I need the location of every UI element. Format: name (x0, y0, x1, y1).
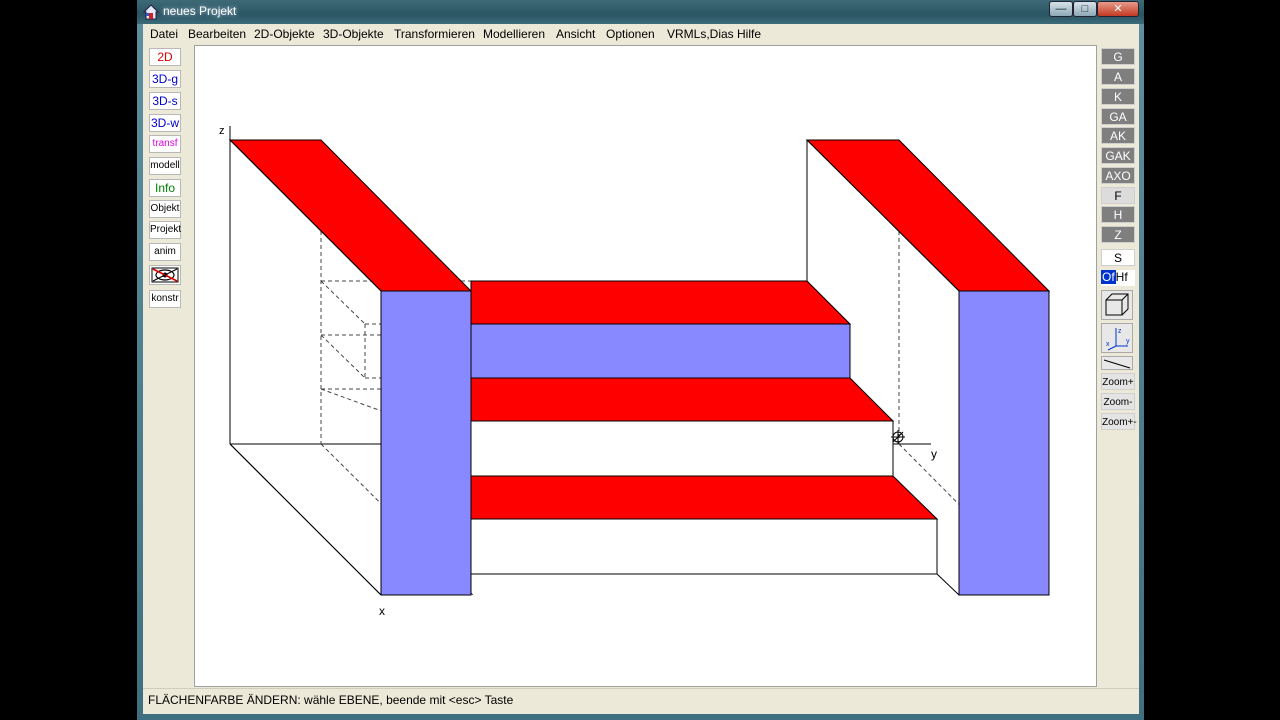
of-label[interactable]: Of (1101, 270, 1116, 284)
left-wall-front-face[interactable] (380, 290, 472, 596)
step1-top-face[interactable] (470, 280, 852, 325)
axes-icon: z x y (1106, 328, 1130, 351)
status-bar: FLÄCHENFARBE ÄNDERN: wähle EBENE, beende… (143, 688, 1139, 712)
view-gak-button[interactable]: GAK (1101, 147, 1135, 164)
cube-icon (1105, 293, 1129, 316)
left-wall-top-face[interactable] (228, 139, 473, 292)
view-ga-button[interactable]: GA (1101, 108, 1135, 125)
konstr-button[interactable]: konstr (149, 290, 181, 308)
mode-3d-w-button[interactable]: 3D-w (149, 114, 181, 132)
step3-top-face[interactable] (470, 475, 939, 520)
objekt-button[interactable]: Objekt (149, 200, 181, 218)
minimize-button[interactable]: — (1049, 1, 1073, 17)
menu-bar: Datei Bearbeiten 2D-Objekte 3D-Objekte T… (143, 24, 1139, 44)
h-button[interactable]: H (1101, 206, 1135, 223)
mode-3d-g-button[interactable]: 3D-g (149, 70, 181, 88)
step1-front-face[interactable] (470, 323, 851, 379)
mode-3d-s-button[interactable]: 3D-s (149, 92, 181, 110)
view-a-button[interactable]: A (1101, 68, 1135, 85)
of-hf-toggle[interactable]: OfHf (1101, 270, 1135, 286)
menu-transformieren[interactable]: Transformieren (394, 27, 475, 41)
view-ak-button[interactable]: AK (1101, 127, 1135, 144)
view-k-button[interactable]: K (1101, 88, 1135, 105)
step2-top-face[interactable] (470, 377, 895, 422)
z-button[interactable]: Z (1101, 226, 1135, 243)
drawing-canvas[interactable]: z y x (194, 45, 1097, 687)
menu-bearbeiten[interactable]: Bearbeiten (188, 27, 246, 41)
projekt-button[interactable]: Projekt (149, 221, 181, 239)
step3-front-face[interactable] (470, 518, 938, 575)
transf-button[interactable]: transf (149, 135, 181, 153)
axes-toggle-button[interactable]: z x y (1101, 323, 1133, 353)
menu-hilfe[interactable]: Hilfe (737, 27, 761, 41)
svg-text:x: x (1106, 341, 1110, 348)
menu-3d-objekte[interactable]: 3D-Objekte (323, 27, 384, 41)
step2-front-face[interactable] (470, 420, 894, 477)
view-axo-button[interactable]: AXO (1101, 167, 1135, 184)
svg-text:y: y (1126, 338, 1130, 345)
zoom-in-button[interactable]: Zoom+ (1101, 373, 1135, 390)
title-bar[interactable]: neues Projekt — □ ✕ (137, 0, 1144, 24)
menu-modellieren[interactable]: Modellieren (483, 27, 545, 41)
line-tool-button[interactable] (1101, 356, 1133, 370)
view-g-button[interactable]: G (1101, 48, 1135, 65)
zoom-out-button[interactable]: Zoom- (1101, 393, 1135, 410)
modell-button[interactable]: modell (149, 157, 181, 175)
diagonal-line-icon (1103, 359, 1131, 369)
window-title: neues Projekt (163, 4, 237, 18)
f-button[interactable]: F (1101, 187, 1135, 204)
right-wall-top-face[interactable] (805, 139, 1051, 292)
anim-button[interactable]: anim (149, 243, 181, 261)
s-button[interactable]: S (1101, 249, 1135, 266)
crossed-eye-icon (151, 267, 179, 283)
menu-ansicht[interactable]: Ansicht (556, 27, 595, 41)
maximize-button[interactable]: □ (1073, 1, 1097, 17)
app-window: neues Projekt — □ ✕ Datei Bearbeiten 2D-… (137, 0, 1144, 720)
close-button[interactable]: ✕ (1097, 1, 1139, 17)
info-button[interactable]: Info (149, 179, 181, 197)
box-view-button[interactable] (1101, 290, 1133, 320)
mode-2d-button[interactable]: 2D (149, 48, 181, 66)
right-wall-front-face[interactable] (958, 290, 1050, 596)
menu-vrmls-dias[interactable]: VRMLs,Dias (667, 27, 734, 41)
house-icon (143, 4, 159, 20)
x-axis-label: x (379, 604, 385, 618)
status-text: FLÄCHENFARBE ÄNDERN: wähle EBENE, beende… (148, 693, 514, 707)
menu-optionen[interactable]: Optionen (606, 27, 655, 41)
client-area: Datei Bearbeiten 2D-Objekte 3D-Objekte T… (143, 24, 1139, 714)
y-axis-label: y (931, 447, 937, 461)
hf-label[interactable]: Hf (1116, 270, 1128, 284)
3d-scene[interactable]: z y x (195, 46, 1098, 688)
zoom-reset-button[interactable]: Zoom+- (1101, 413, 1137, 430)
hide-lines-button[interactable] (149, 265, 181, 285)
svg-text:z: z (1118, 328, 1122, 335)
z-axis-label: z (219, 125, 225, 137)
menu-datei[interactable]: Datei (150, 27, 178, 41)
menu-2d-objekte[interactable]: 2D-Objekte (254, 27, 315, 41)
